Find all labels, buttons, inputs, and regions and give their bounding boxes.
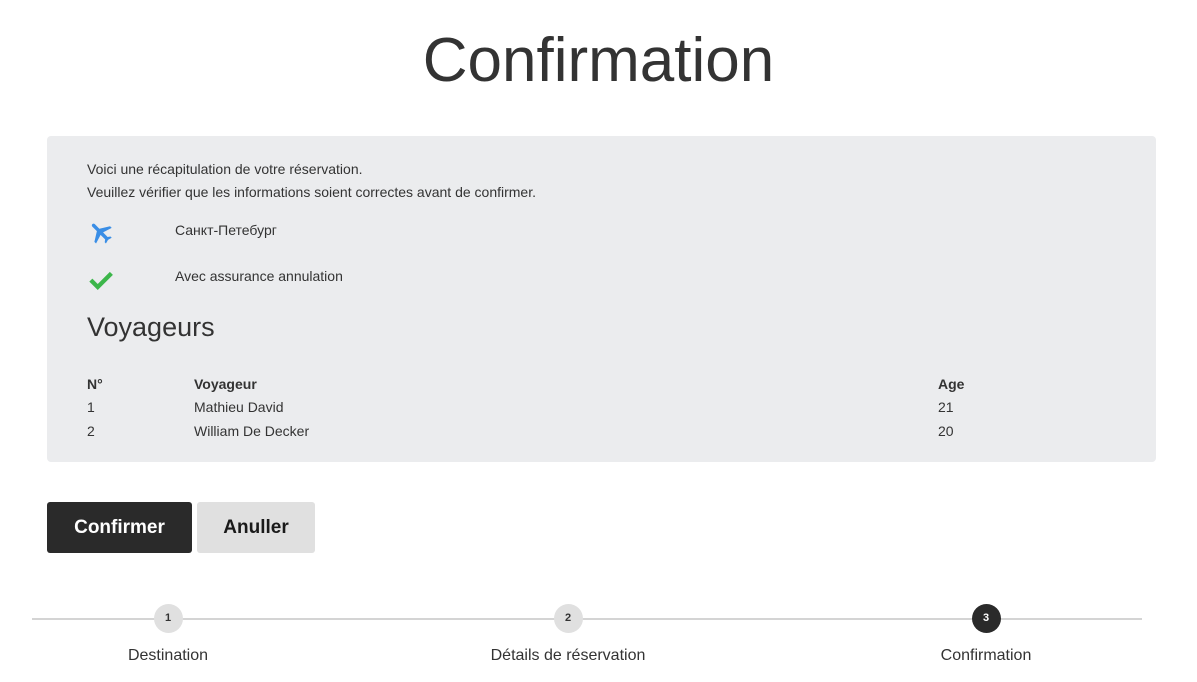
page-title: Confirmation <box>422 26 775 95</box>
plane-icon <box>87 218 115 246</box>
travellers-table: N° Voyageur Age 1 Mathieu David 21 2 Wil… <box>87 372 1117 443</box>
traveller-name: William De Decker <box>194 422 310 439</box>
intro-line-2: Veuillez vérifier que les informations s… <box>87 184 536 200</box>
step-destination[interactable]: 1 Destination <box>48 604 288 665</box>
step-label: Confirmation <box>940 647 1032 664</box>
confirm-button[interactable]: Confirmer <box>47 502 192 553</box>
step-number: 1 <box>153 604 183 633</box>
header-age: Age <box>938 375 965 392</box>
table-row: 1 Mathieu David 21 <box>87 396 1117 420</box>
destination-label: Санкт-Петебург <box>175 222 277 238</box>
cancel-button[interactable]: Anuller <box>197 502 315 553</box>
step-number: 2 <box>553 604 583 633</box>
table-row: 2 William De Decker 20 <box>87 419 1117 443</box>
traveller-age: 21 <box>938 399 954 416</box>
traveller-number: 2 <box>87 422 95 439</box>
insurance-label: Avec assurance annulation <box>175 268 343 284</box>
step-reservation-details[interactable]: 2 Détails de réservation <box>448 604 688 665</box>
intro-line-1: Voici une récapitulation de votre réserv… <box>87 161 363 177</box>
travellers-title: Voyageurs <box>87 312 215 342</box>
step-label: Destination <box>127 647 209 664</box>
traveller-name: Mathieu David <box>194 399 284 416</box>
header-traveller: Voyageur <box>194 375 257 392</box>
header-number: N° <box>87 375 103 392</box>
step-confirmation[interactable]: 3 Confirmation <box>866 604 1106 665</box>
traveller-age: 20 <box>938 422 954 439</box>
summary-intro: Voici une récapitulation de votre réserv… <box>87 158 536 204</box>
traveller-number: 1 <box>87 399 95 416</box>
check-icon <box>87 266 115 294</box>
step-number: 3 <box>971 604 1001 633</box>
table-header-row: N° Voyageur Age <box>87 372 1117 396</box>
progress-stepper: 1 Destination 2 Détails de réservation 3… <box>0 600 1197 682</box>
step-label: Détails de réservation <box>490 647 646 664</box>
reservation-summary-panel: Voici une récapitulation de votre réserv… <box>47 136 1156 462</box>
